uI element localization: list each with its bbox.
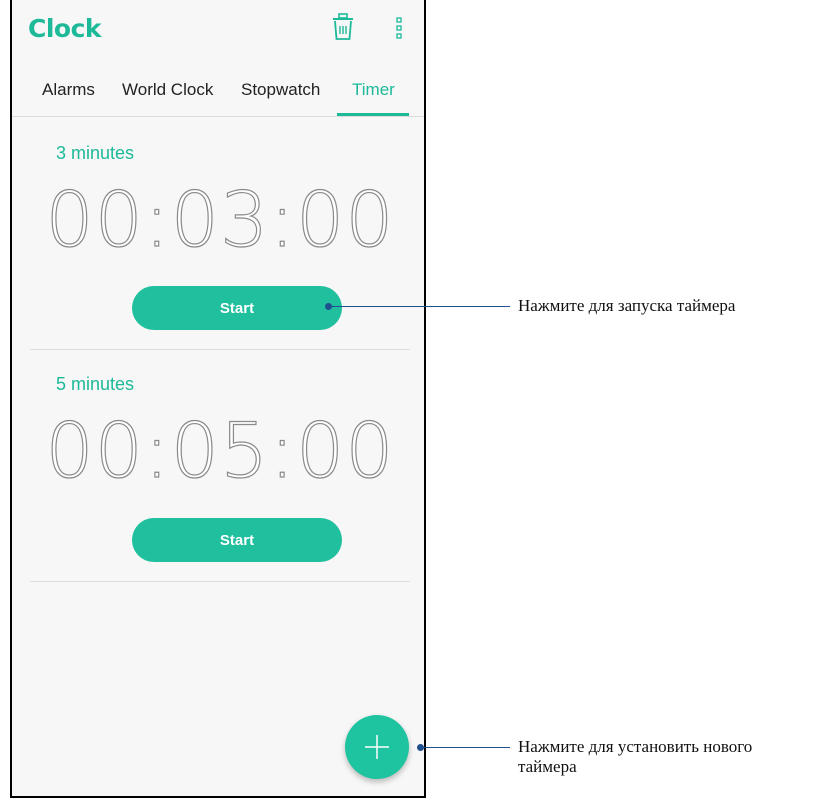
callout-add-text-line2: таймера bbox=[518, 757, 577, 776]
start-button[interactable]: Start bbox=[132, 518, 342, 562]
phone-screen: Clock Alarms World Clock Stopwatch Timer… bbox=[10, 0, 426, 798]
app-bar: Clock bbox=[12, 0, 424, 62]
callout-add-text-line1: Нажмите для установить нового bbox=[518, 737, 753, 756]
add-timer-button[interactable] bbox=[345, 715, 409, 779]
more-vertical-icon[interactable] bbox=[396, 16, 402, 40]
callout-line-add bbox=[422, 747, 510, 748]
callout-add-text: Нажмите для установить нового таймера bbox=[518, 737, 752, 777]
app-title: Clock bbox=[28, 14, 102, 43]
timer-label: 5 minutes bbox=[56, 374, 135, 394]
callout-line-start bbox=[330, 306, 510, 307]
callout-start-text: Нажмите для запуска таймера bbox=[518, 296, 736, 315]
tab-alarms[interactable]: Alarms bbox=[42, 80, 95, 100]
divider bbox=[30, 581, 410, 582]
timer-label: 3 minutes bbox=[56, 143, 135, 163]
trash-icon[interactable] bbox=[332, 12, 354, 42]
start-button[interactable]: Start bbox=[132, 286, 342, 330]
tab-timer[interactable]: Timer bbox=[352, 80, 395, 100]
active-tab-indicator bbox=[337, 113, 409, 116]
timer-card-3-minutes[interactable]: 3 minutes 00:03:00 Start bbox=[30, 117, 410, 349]
plus-icon bbox=[365, 735, 389, 759]
stage: Clock Alarms World Clock Stopwatch Timer… bbox=[0, 0, 816, 800]
timer-display: 00:05:00 bbox=[45, 405, 395, 495]
tab-stopwatch[interactable]: Stopwatch bbox=[241, 80, 320, 100]
timer-card-5-minutes[interactable]: 5 minutes 00:05:00 Start bbox=[30, 350, 410, 582]
timer-display: 00:03:00 bbox=[45, 174, 395, 264]
tab-world-clock[interactable]: World Clock bbox=[122, 80, 213, 100]
tab-bar: Alarms World Clock Stopwatch Timer bbox=[12, 62, 424, 117]
